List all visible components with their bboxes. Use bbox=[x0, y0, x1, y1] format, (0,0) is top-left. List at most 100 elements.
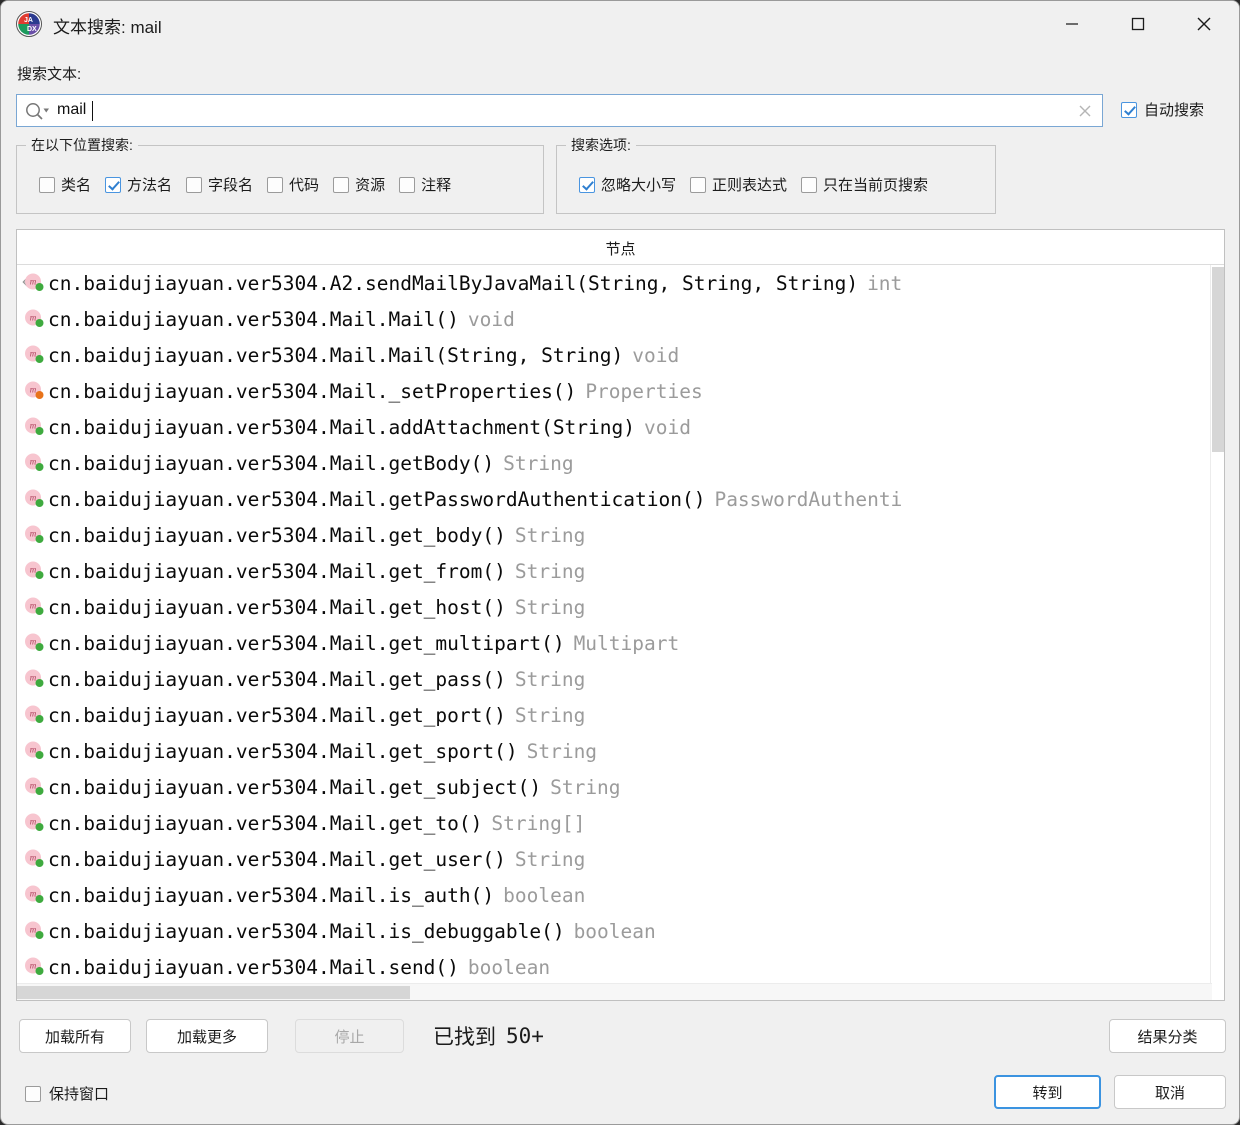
option-checkbox-current-page-only[interactable]: 只在当前页搜索 bbox=[801, 174, 928, 195]
scope-checkbox-resource[interactable]: 资源 bbox=[333, 174, 385, 195]
table-row[interactable]: m cn.baidujiayuan.ver5304.Mail.get_user()… bbox=[17, 841, 1212, 877]
svg-text:m: m bbox=[30, 781, 37, 791]
scope-checkbox-comment[interactable]: 注释 bbox=[399, 174, 451, 195]
search-input[interactable]: mail bbox=[16, 94, 1103, 127]
table-row[interactable]: m cn.baidujiayuan.ver5304.Mail.Mail(Strin… bbox=[17, 337, 1212, 373]
svg-text:m: m bbox=[30, 637, 37, 647]
close-button[interactable] bbox=[1171, 1, 1237, 47]
scope-label-resource: 资源 bbox=[355, 177, 386, 194]
result-node-signature: cn.baidujiayuan.ver5304.Mail.get_user() bbox=[48, 847, 506, 871]
table-row[interactable]: m cn.baidujiayuan.ver5304.Mail.addAttachm… bbox=[17, 409, 1212, 445]
option-checkbox-regex-box[interactable] bbox=[690, 176, 707, 193]
maximize-button[interactable] bbox=[1105, 1, 1171, 47]
table-row[interactable]: m cn.baidujiayuan.ver5304.Mail.get_multip… bbox=[17, 625, 1212, 661]
scope-checkbox-method-name-box[interactable] bbox=[105, 176, 122, 193]
result-node-signature: cn.baidujiayuan.ver5304.Mail.Mail(String… bbox=[48, 343, 624, 367]
goto-button[interactable]: 转到 bbox=[994, 1075, 1101, 1109]
svg-text:m: m bbox=[30, 853, 37, 863]
group-results-button[interactable]: 结果分类 bbox=[1109, 1019, 1226, 1053]
table-row[interactable]: m cn.baidujiayuan.ver5304.Mail.get_pass()… bbox=[17, 661, 1212, 697]
result-node-signature: cn.baidujiayuan.ver5304.Mail.is_debuggab… bbox=[48, 919, 565, 943]
svg-text:m: m bbox=[30, 709, 37, 719]
scope-checkbox-code-box[interactable] bbox=[267, 176, 284, 193]
auto-search-checkbox-box[interactable] bbox=[1121, 101, 1137, 118]
table-row[interactable]: m cn.baidujiayuan.ver5304.Mail._setProper… bbox=[17, 373, 1212, 409]
search-options-list: 忽略大小写 正则表达式 只在当前页搜索 bbox=[579, 174, 928, 195]
option-checkbox-ignore-case[interactable]: 忽略大小写 bbox=[579, 174, 676, 195]
auto-search-checkbox[interactable]: 自动搜索 bbox=[1121, 99, 1204, 120]
table-row[interactable]: m cn.baidujiayuan.ver5304.Mail.get_host()… bbox=[17, 589, 1212, 625]
keep-window-checkbox[interactable]: 保持窗口 bbox=[25, 1083, 109, 1104]
svg-text:m: m bbox=[30, 529, 37, 539]
scope-checkbox-resource-box[interactable] bbox=[333, 176, 350, 193]
result-return-type: String bbox=[514, 523, 586, 547]
clear-icon[interactable] bbox=[1076, 102, 1094, 120]
scope-checkbox-class-name-box[interactable] bbox=[39, 176, 55, 193]
method-private-icon: m bbox=[22, 379, 46, 403]
result-node-signature: cn.baidujiayuan.ver5304.Mail.get_pass() bbox=[48, 667, 506, 691]
table-row[interactable]: m cn.baidujiayuan.ver5304.Mail.get_body()… bbox=[17, 517, 1212, 553]
search-text-label: 搜索文本: bbox=[17, 66, 82, 83]
result-return-type: int bbox=[867, 271, 903, 295]
table-row[interactable]: m cn.baidujiayuan.ver5304.A2.sendMailByJa… bbox=[17, 265, 1212, 301]
table-row[interactable]: m cn.baidujiayuan.ver5304.Mail.get_sport(… bbox=[17, 733, 1212, 769]
title-bar: JA DX 文本搜索: mail bbox=[1, 1, 1239, 49]
svg-text:m: m bbox=[30, 421, 37, 431]
table-row[interactable]: m cn.baidujiayuan.ver5304.Mail.get_subjec… bbox=[17, 769, 1212, 805]
search-scope-group-title: 在以下位置搜索: bbox=[26, 135, 138, 155]
table-row[interactable]: m cn.baidujiayuan.ver5304.Mail.Mail() void bbox=[17, 301, 1212, 337]
load-all-button[interactable]: 加载所有 bbox=[19, 1019, 131, 1053]
results-vertical-scrollbar[interactable] bbox=[1210, 265, 1224, 984]
scope-checkbox-field-name[interactable]: 字段名 bbox=[186, 174, 253, 195]
results-column-header[interactable]: 节点 bbox=[17, 230, 1224, 265]
search-scope-group: 在以下位置搜索: 类名 方法名 字段名 代码 资源 注释 bbox=[16, 135, 544, 214]
results-list[interactable]: m cn.baidujiayuan.ver5304.A2.sendMailByJa… bbox=[17, 265, 1212, 984]
text-search-dialog: JA DX 文本搜索: mail 搜索文本: mail 自动搜索 在以下位置搜索… bbox=[0, 0, 1240, 1125]
svg-text:m: m bbox=[30, 313, 37, 323]
result-node-signature: cn.baidujiayuan.ver5304.Mail.send() bbox=[48, 955, 459, 979]
table-row[interactable]: m cn.baidujiayuan.ver5304.Mail.get_from()… bbox=[17, 553, 1212, 589]
result-node-signature: cn.baidujiayuan.ver5304.Mail.get_body() bbox=[48, 523, 506, 547]
table-row[interactable]: m cn.baidujiayuan.ver5304.Mail.is_auth() b… bbox=[17, 877, 1212, 913]
auto-search-label: 自动搜索 bbox=[1144, 102, 1205, 119]
result-node-signature: cn.baidujiayuan.ver5304.Mail.get_multipa… bbox=[48, 631, 565, 655]
search-icon[interactable] bbox=[24, 101, 52, 121]
keep-window-label: 保持窗口 bbox=[49, 1086, 110, 1103]
svg-text:m: m bbox=[30, 961, 37, 971]
svg-text:m: m bbox=[30, 925, 37, 935]
results-vertical-scrollbar-thumb[interactable] bbox=[1212, 267, 1224, 452]
option-label-ignore-case: 忽略大小写 bbox=[601, 177, 677, 194]
table-row[interactable]: m cn.baidujiayuan.ver5304.Mail.is_debugga… bbox=[17, 913, 1212, 949]
cancel-button[interactable]: 取消 bbox=[1114, 1075, 1226, 1109]
option-checkbox-regex[interactable]: 正则表达式 bbox=[690, 174, 787, 195]
method-public-icon: m bbox=[22, 631, 46, 655]
table-row[interactable]: m cn.baidujiayuan.ver5304.Mail.send() bool… bbox=[17, 949, 1212, 984]
scope-checkbox-code[interactable]: 代码 bbox=[267, 174, 319, 195]
scope-checkbox-comment-box[interactable] bbox=[399, 176, 416, 193]
method-public-icon: m bbox=[22, 523, 46, 547]
scope-checkbox-field-name-box[interactable] bbox=[186, 176, 203, 193]
result-return-type: void bbox=[644, 415, 691, 439]
scope-checkbox-class-name[interactable]: 类名 bbox=[39, 174, 91, 195]
method-public-icon: m bbox=[22, 775, 46, 799]
table-row[interactable]: m cn.baidujiayuan.ver5304.Mail.get_port()… bbox=[17, 697, 1212, 733]
results-horizontal-scrollbar-thumb[interactable] bbox=[17, 986, 410, 999]
table-row[interactable]: m cn.baidujiayuan.ver5304.Mail.get_to() St… bbox=[17, 805, 1212, 841]
method-public-icon: m bbox=[22, 415, 46, 439]
option-checkbox-current-page-only-box[interactable] bbox=[801, 176, 818, 193]
result-node-signature: cn.baidujiayuan.ver5304.Mail.get_from() bbox=[48, 559, 506, 583]
minimize-button[interactable] bbox=[1039, 1, 1105, 47]
option-checkbox-ignore-case-box[interactable] bbox=[579, 176, 595, 193]
text-caret bbox=[92, 101, 93, 121]
scope-checkbox-method-name[interactable]: 方法名 bbox=[105, 174, 172, 195]
table-row[interactable]: m cn.baidujiayuan.ver5304.Mail.getBody() S… bbox=[17, 445, 1212, 481]
keep-window-checkbox-box[interactable] bbox=[25, 1085, 41, 1102]
svg-text:DX: DX bbox=[27, 26, 37, 33]
load-more-button[interactable]: 加载更多 bbox=[146, 1019, 268, 1053]
table-row[interactable]: m cn.baidujiayuan.ver5304.Mail.getPasswor… bbox=[17, 481, 1212, 517]
result-return-type: String bbox=[550, 775, 621, 799]
scope-label-field-name: 字段名 bbox=[208, 177, 254, 194]
result-node-signature: cn.baidujiayuan.ver5304.Mail.getPassword… bbox=[48, 487, 706, 511]
result-return-type: String bbox=[514, 703, 586, 727]
results-horizontal-scrollbar[interactable] bbox=[17, 983, 1212, 1000]
